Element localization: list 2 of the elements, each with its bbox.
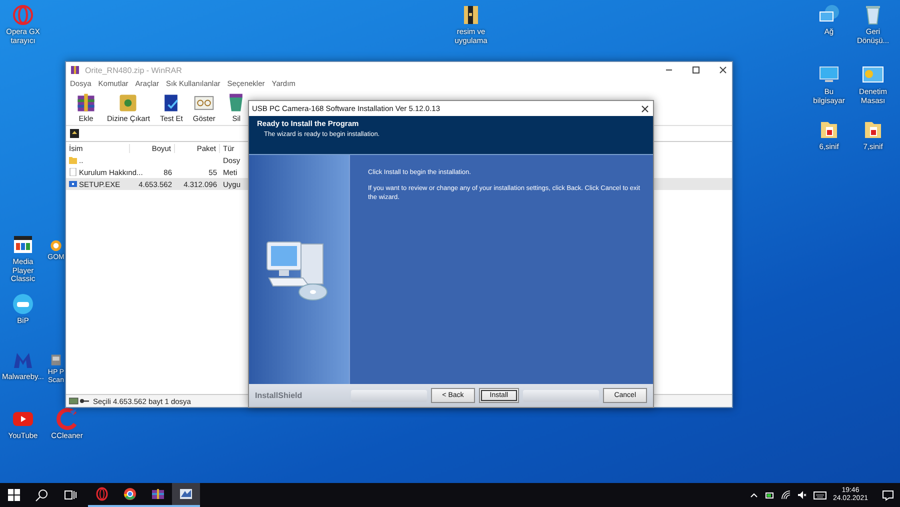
installshield-brand: InstallShield <box>255 391 304 400</box>
window-title: Orite_RN480.zip - WinRAR <box>85 66 182 74</box>
